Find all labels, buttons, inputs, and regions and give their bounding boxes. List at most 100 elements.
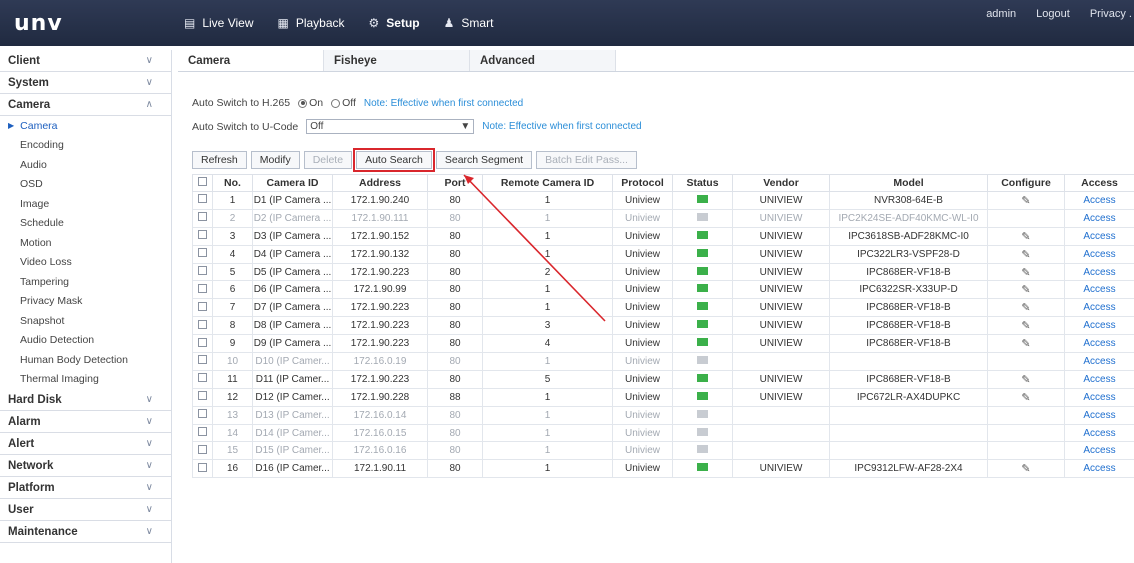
access-link[interactable]: Access (1083, 213, 1115, 224)
pencil-icon[interactable]: ✎ (1021, 267, 1030, 279)
table-row[interactable]: 11 D11 (IP Camer... 172.1.90.223 80 5 Uniview… (192, 369, 1134, 389)
sidebar-item-schedule[interactable]: Schedule (0, 214, 171, 234)
logout-link[interactable]: Logout (1036, 8, 1070, 20)
modify-button[interactable]: Modify (250, 151, 300, 169)
access-link[interactable]: Access (1083, 284, 1115, 295)
auto-search-button[interactable]: Auto Search (353, 148, 435, 172)
access-link[interactable]: Access (1083, 374, 1115, 385)
table-row[interactable]: 3 D3 (IP Camera ... 172.1.90.152 80 1 Uniview… (192, 226, 1134, 246)
sidebar-group-network[interactable]: Network ∨ (0, 455, 171, 477)
row-checkbox[interactable] (198, 212, 207, 222)
pencil-icon[interactable]: ✎ (1021, 392, 1030, 404)
access-link[interactable]: Access (1083, 320, 1115, 331)
table-row[interactable]: 13 D13 (IP Camer... 172.16.0.14 80 1 Uniview A… (192, 405, 1134, 425)
refresh-button[interactable]: Refresh (192, 151, 247, 169)
pencil-icon[interactable]: ✎ (1021, 302, 1030, 314)
pencil-icon[interactable]: ✎ (1021, 320, 1030, 332)
row-checkbox[interactable] (198, 462, 207, 472)
table-row[interactable]: 12 D12 (IP Camer... 172.1.90.228 88 1 Uniview… (192, 387, 1134, 407)
row-checkbox[interactable] (198, 337, 207, 347)
privacy-link[interactable]: Privacy . (1090, 8, 1132, 20)
h265-on-radio[interactable]: On (298, 97, 323, 109)
table-row[interactable]: 2 D2 (IP Camera ... 172.1.90.111 80 1 Uniview… (192, 208, 1134, 228)
sidebar-item-encoding[interactable]: Encoding (0, 136, 171, 156)
sidebar-item-tampering[interactable]: Tampering (0, 272, 171, 292)
pencil-icon[interactable]: ✎ (1021, 338, 1030, 350)
sidebar-group-user[interactable]: User ∨ (0, 499, 171, 521)
sidebar-item-snapshot[interactable]: Snapshot (0, 311, 171, 331)
select-all-checkbox[interactable] (198, 177, 207, 186)
search-segment-button[interactable]: Search Segment (435, 151, 533, 169)
sidebar-item-audio[interactable]: Audio (0, 155, 171, 175)
sidebar-item-motion[interactable]: Motion (0, 233, 171, 253)
h265-off-radio[interactable]: Off (331, 97, 356, 109)
sidebar-group-client[interactable]: Client ∨ (0, 50, 171, 72)
nav-live-view[interactable]: ▤ Live View (172, 0, 265, 46)
sidebar-item-osd[interactable]: OSD (0, 175, 171, 195)
sidebar-group-camera[interactable]: Camera ∧ (0, 94, 171, 116)
sidebar-group-platform[interactable]: Platform ∨ (0, 477, 171, 499)
pencil-icon[interactable]: ✎ (1021, 249, 1030, 261)
table-row[interactable]: 9 D9 (IP Camera ... 172.1.90.223 80 4 Uniview… (192, 334, 1134, 354)
row-checkbox[interactable] (198, 444, 207, 454)
sidebar-group-alarm[interactable]: Alarm ∨ (0, 411, 171, 433)
access-link[interactable]: Access (1083, 392, 1115, 403)
row-checkbox[interactable] (198, 427, 207, 437)
table-row[interactable]: 6 D6 (IP Camera ... 172.1.90.99 80 1 Uniview U… (192, 280, 1134, 300)
sidebar-item-audio-detection[interactable]: Audio Detection (0, 331, 171, 351)
access-link[interactable]: Access (1083, 231, 1115, 242)
access-link[interactable]: Access (1083, 302, 1115, 313)
access-link[interactable]: Access (1083, 428, 1115, 439)
sidebar-item-human-body-detection[interactable]: Human Body Detection (0, 350, 171, 370)
table-row[interactable]: 8 D8 (IP Camera ... 172.1.90.223 80 3 Uniview… (192, 316, 1134, 336)
sidebar-item-privacy-mask[interactable]: Privacy Mask (0, 292, 171, 312)
nav-playback[interactable]: ▦ Playback (265, 0, 356, 46)
row-checkbox[interactable] (198, 409, 207, 419)
tab-fisheye[interactable]: Fisheye (324, 50, 470, 71)
access-link[interactable]: Access (1083, 267, 1115, 278)
row-checkbox[interactable] (198, 230, 207, 240)
access-link[interactable]: Access (1083, 445, 1115, 456)
table-row[interactable]: 15 D15 (IP Camer... 172.16.0.16 80 1 Uniview A… (192, 441, 1134, 461)
sidebar-item-thermal-imaging[interactable]: Thermal Imaging (0, 370, 171, 390)
table-row[interactable]: 10 D10 (IP Camer... 172.16.0.19 80 1 Uniview A… (192, 352, 1134, 371)
sidebar-item-image[interactable]: Image (0, 194, 171, 214)
access-link[interactable]: Access (1083, 356, 1115, 367)
table-row[interactable]: 4 D4 (IP Camera ... 172.1.90.132 80 1 Uniview… (192, 244, 1134, 264)
tab-advanced[interactable]: Advanced (470, 50, 616, 71)
table-row[interactable]: 14 D14 (IP Camer... 172.16.0.15 80 1 Uniview A… (192, 423, 1134, 443)
delete-button[interactable]: Delete (303, 151, 353, 169)
row-checkbox[interactable] (198, 319, 207, 329)
tab-camera[interactable]: Camera (178, 50, 324, 71)
sidebar-group-alert[interactable]: Alert ∨ (0, 433, 171, 455)
row-checkbox[interactable] (198, 301, 207, 311)
access-link[interactable]: Access (1083, 410, 1115, 421)
row-checkbox[interactable] (198, 266, 207, 275)
access-link[interactable]: Access (1083, 463, 1115, 474)
pencil-icon[interactable]: ✎ (1021, 284, 1030, 296)
pencil-icon[interactable]: ✎ (1021, 374, 1030, 386)
nav-setup[interactable]: ⚙ Setup (357, 0, 432, 46)
nav-smart[interactable]: ♟ Smart (432, 0, 506, 46)
sidebar-group-maintenance[interactable]: Maintenance ∨ (0, 521, 171, 543)
batch-edit-password-button[interactable]: Batch Edit Pass... (536, 151, 637, 169)
user-name[interactable]: admin (986, 8, 1016, 20)
sidebar-group-hard-disk[interactable]: Hard Disk ∨ (0, 389, 171, 411)
pencil-icon[interactable]: ✎ (1021, 463, 1030, 475)
access-link[interactable]: Access (1083, 195, 1115, 206)
row-checkbox[interactable] (198, 355, 207, 365)
row-checkbox[interactable] (198, 283, 207, 293)
sidebar-item-camera[interactable]: ▶ Camera (0, 116, 171, 136)
pencil-icon[interactable]: ✎ (1021, 231, 1030, 243)
sidebar-item-video-loss[interactable]: Video Loss (0, 253, 171, 273)
row-checkbox[interactable] (198, 391, 207, 401)
table-row[interactable]: 5 D5 (IP Camera ... 172.1.90.223 80 2 Uniview… (192, 262, 1134, 282)
access-link[interactable]: Access (1083, 338, 1115, 349)
pencil-icon[interactable]: ✎ (1021, 195, 1030, 207)
row-checkbox[interactable] (198, 373, 207, 383)
row-checkbox[interactable] (198, 248, 207, 258)
access-link[interactable]: Access (1083, 249, 1115, 260)
table-row[interactable]: 16 D16 (IP Camer... 172.1.90.11 80 1 Uniview U… (192, 459, 1134, 479)
table-row[interactable]: 1 D1 (IP Camera ... 172.1.90.240 80 1 Uniview… (192, 191, 1134, 210)
table-row[interactable]: 7 D7 (IP Camera ... 172.1.90.223 80 1 Uniview… (192, 298, 1134, 318)
